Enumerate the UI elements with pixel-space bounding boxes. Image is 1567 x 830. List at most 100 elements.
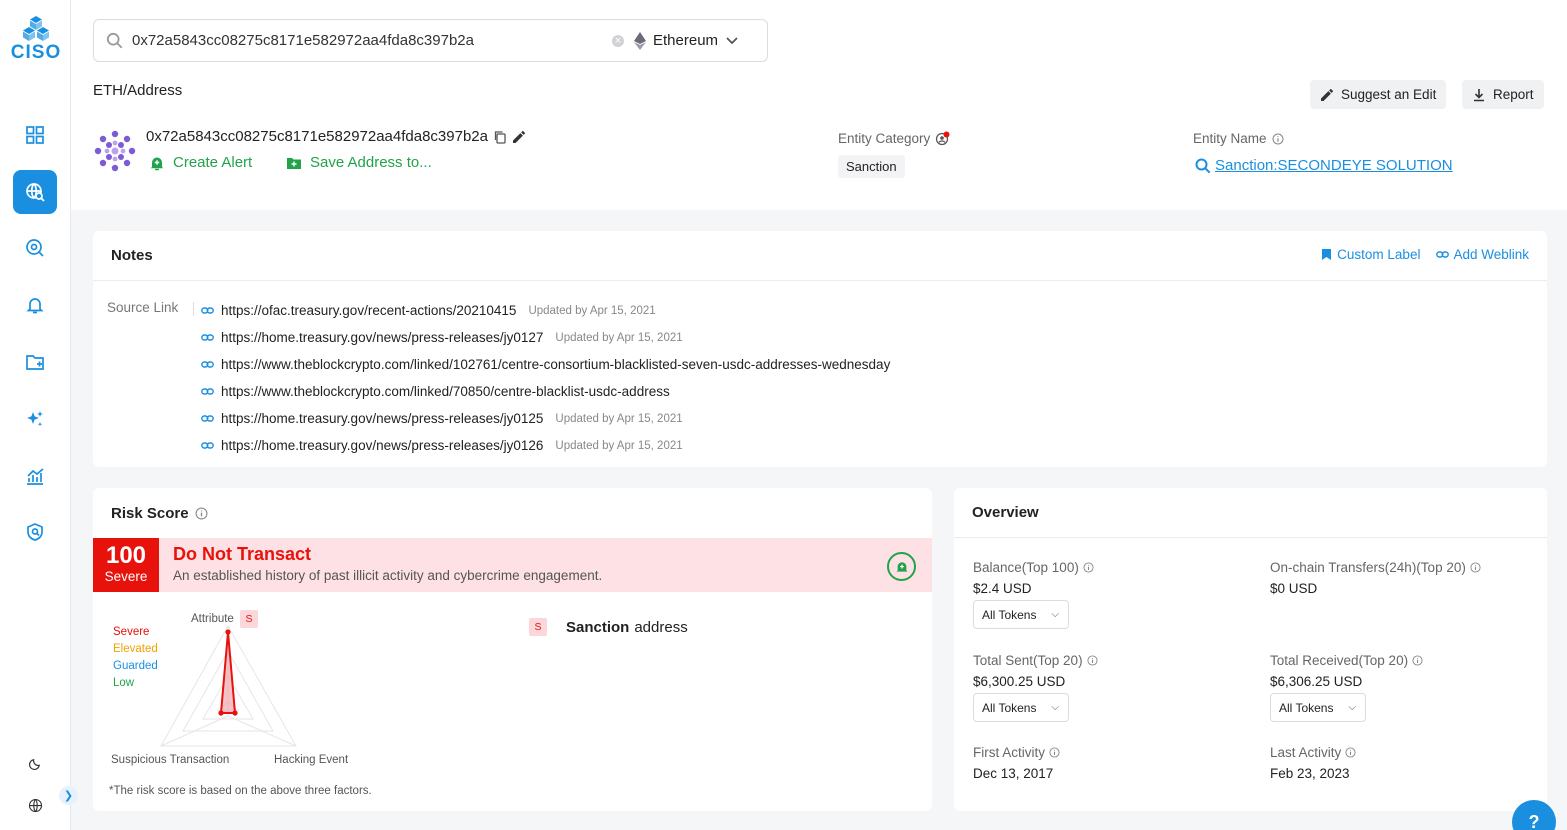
source-links-list: https://ofac.treasury.gov/recent-actions… [201,297,902,459]
sanction-rest: address [634,618,688,636]
entity-name-link[interactable]: Sanction:SECONDEYE SOLUTION [1195,157,1453,174]
last-activity-value: Feb 23, 2023 [1270,766,1350,781]
notes-title: Notes [111,247,153,264]
save-address-label: Save Address to... [310,154,432,171]
entity-category-tag: Sanction [838,155,905,178]
bell-icon [26,298,44,314]
ethereum-icon [634,31,646,50]
chevron-down-icon [726,32,738,49]
source-link-url[interactable]: https://home.treasury.gov/news/press-rel… [221,330,543,345]
source-link-url[interactable]: https://home.treasury.gov/news/press-rel… [221,411,543,426]
nav-monitor[interactable] [13,226,57,270]
radar-label-suspicious: Suspicious Transaction [111,754,230,766]
info-icon [1272,133,1284,144]
help-button[interactable]: ? [1512,800,1556,830]
risk-alert-button[interactable] [887,552,916,581]
source-link-row[interactable]: https://www.theblockcrypto.com/linked/10… [201,351,902,378]
source-link-row[interactable]: https://ofac.treasury.gov/recent-actions… [201,297,902,324]
chevron-down-icon: ⌵ [1348,702,1356,713]
overview-title: Overview [972,504,1039,521]
source-link-row[interactable]: https://home.treasury.gov/news/press-rel… [201,405,902,432]
nav-ai[interactable] [13,397,57,441]
shield-search-icon [27,523,43,541]
last-activity-label: Last Activity [1270,745,1342,760]
risk-level: Severe [104,569,148,584]
suggest-edit-button[interactable]: Suggest an Edit [1310,80,1447,109]
entity-category-text: Entity Category [838,131,931,146]
sparkle-icon [27,411,43,427]
source-link-url[interactable]: https://www.theblockcrypto.com/linked/70… [221,384,670,399]
pencil-icon [1321,88,1334,101]
first-activity-value: Dec 13, 2017 [973,766,1054,781]
clear-search-icon[interactable]: × [612,34,624,47]
source-link-url[interactable]: https://home.treasury.gov/news/press-rel… [221,438,543,453]
create-alert-label: Create Alert [173,154,253,171]
source-link-row[interactable]: https://home.treasury.gov/news/press-rel… [201,324,902,351]
notes-header: Notes Custom Label Add Weblink [93,231,1547,281]
entity-name-value: Sanction:SECONDEYE SOLUTION [1215,157,1453,174]
source-link-url[interactable]: https://ofac.treasury.gov/recent-actions… [221,303,516,318]
source-link-url[interactable]: https://www.theblockcrypto.com/linked/10… [221,357,890,372]
nav-security[interactable] [13,510,57,554]
radar-point-hacking [232,710,238,716]
download-icon [1474,88,1484,101]
search-bar: × Ethereum [93,19,768,62]
last-activity-stat: Last Activity Feb 23, 2023 [1270,745,1356,781]
sent-stat: Total Sent(Top 20) $6,300.25 USD All Tok… [973,653,1098,722]
received-token-text: All Tokens [1279,700,1334,715]
score-box: 100 Severe [93,538,159,592]
edit-icon[interactable] [512,130,526,144]
dashboard-grid-icon [26,126,44,144]
search-icon [1195,158,1211,173]
nav-analytics[interactable] [13,454,57,498]
source-link-row[interactable]: https://home.treasury.gov/news/press-rel… [201,432,902,459]
save-address-button[interactable]: Save Address to... [286,154,432,171]
balance-token-select[interactable]: All Tokens ⌵ [973,600,1069,629]
cube-logo-icon [23,16,49,41]
eye-search-icon [26,239,44,257]
language-select[interactable] [13,783,57,827]
question-icon: ? [1528,811,1540,830]
globe-search-icon [26,183,45,202]
risk-title: Risk Score [111,504,189,522]
radar-label-hacking: Hacking Event [274,754,349,766]
custom-label-button[interactable]: Custom Label [1320,247,1420,262]
info-icon [1470,562,1481,573]
info-icon[interactable] [195,507,208,520]
notes-actions: Custom Label Add Weblink [1304,247,1529,262]
report-button[interactable]: Report [1462,80,1544,109]
sanction-factor: S Sanction address [529,618,688,636]
nav-folders[interactable] [13,340,57,384]
received-token-select[interactable]: All Tokens ⌵ [1270,693,1366,722]
info-icon [1345,747,1356,758]
custom-label-text: Custom Label [1337,247,1421,262]
source-link-row[interactable]: https://www.theblockcrypto.com/linked/70… [201,378,902,405]
chart-icon [27,468,44,485]
copy-icon[interactable] [493,130,507,144]
search-input[interactable] [132,32,607,49]
link-icon [201,307,214,314]
theme-toggle[interactable] [13,741,57,785]
risk-score-card: Risk Score 100 Severe Do Not Transact An… [93,488,932,811]
risk-radar-chart [160,624,297,747]
entity-category-label: Entity Category [838,131,950,146]
legend-item: Low [113,677,135,689]
folder-plus-icon [287,157,301,169]
sidebar-expand-button[interactable]: ❯ [59,786,78,805]
nav-alerts[interactable] [13,283,57,327]
link-icon [201,334,214,341]
nav-address-search[interactable] [13,170,57,214]
link-icon [201,415,214,422]
chain-selector[interactable]: Ethereum [634,31,738,50]
sent-token-select[interactable]: All Tokens ⌵ [973,693,1069,722]
chain-label: Ethereum [653,32,719,49]
risk-verdict: Do Not Transact [173,544,312,564]
balance-stat: Balance(Top 100) $2.4 USD All Tokens ⌵ [973,560,1094,629]
attribute-text: Attribute [191,613,234,625]
nav-dashboard[interactable] [13,113,57,157]
create-alert-button[interactable]: Create Alert [149,154,252,171]
transfers-value: $0 USD [1270,581,1318,596]
link-icon [201,361,214,368]
add-weblink-button[interactable]: Add Weblink [1436,247,1529,262]
logo[interactable]: CISO [8,14,64,68]
